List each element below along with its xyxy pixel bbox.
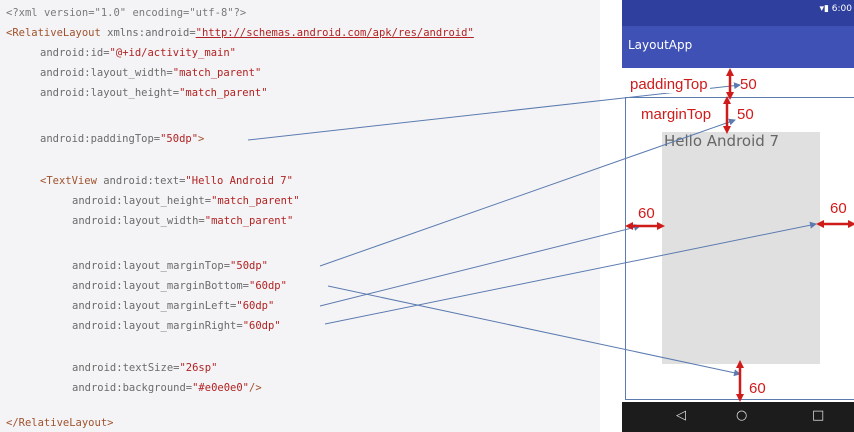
margin-top-value: 50 <box>737 106 754 123</box>
padding-top-label: paddingTop <box>628 76 710 93</box>
connector-margin-left <box>319 224 641 307</box>
connector-margin-bottom <box>327 285 741 377</box>
margin-left-value: 60 <box>638 205 655 222</box>
connector-margin-top <box>319 118 736 267</box>
padding-top-value: 50 <box>740 76 757 93</box>
connector-margin-right <box>324 221 817 325</box>
margin-right-value: 60 <box>830 200 847 217</box>
margin-top-label: marginTop <box>641 106 712 123</box>
margin-bottom-value: 60 <box>749 380 766 397</box>
annotation-overlay <box>247 68 854 402</box>
